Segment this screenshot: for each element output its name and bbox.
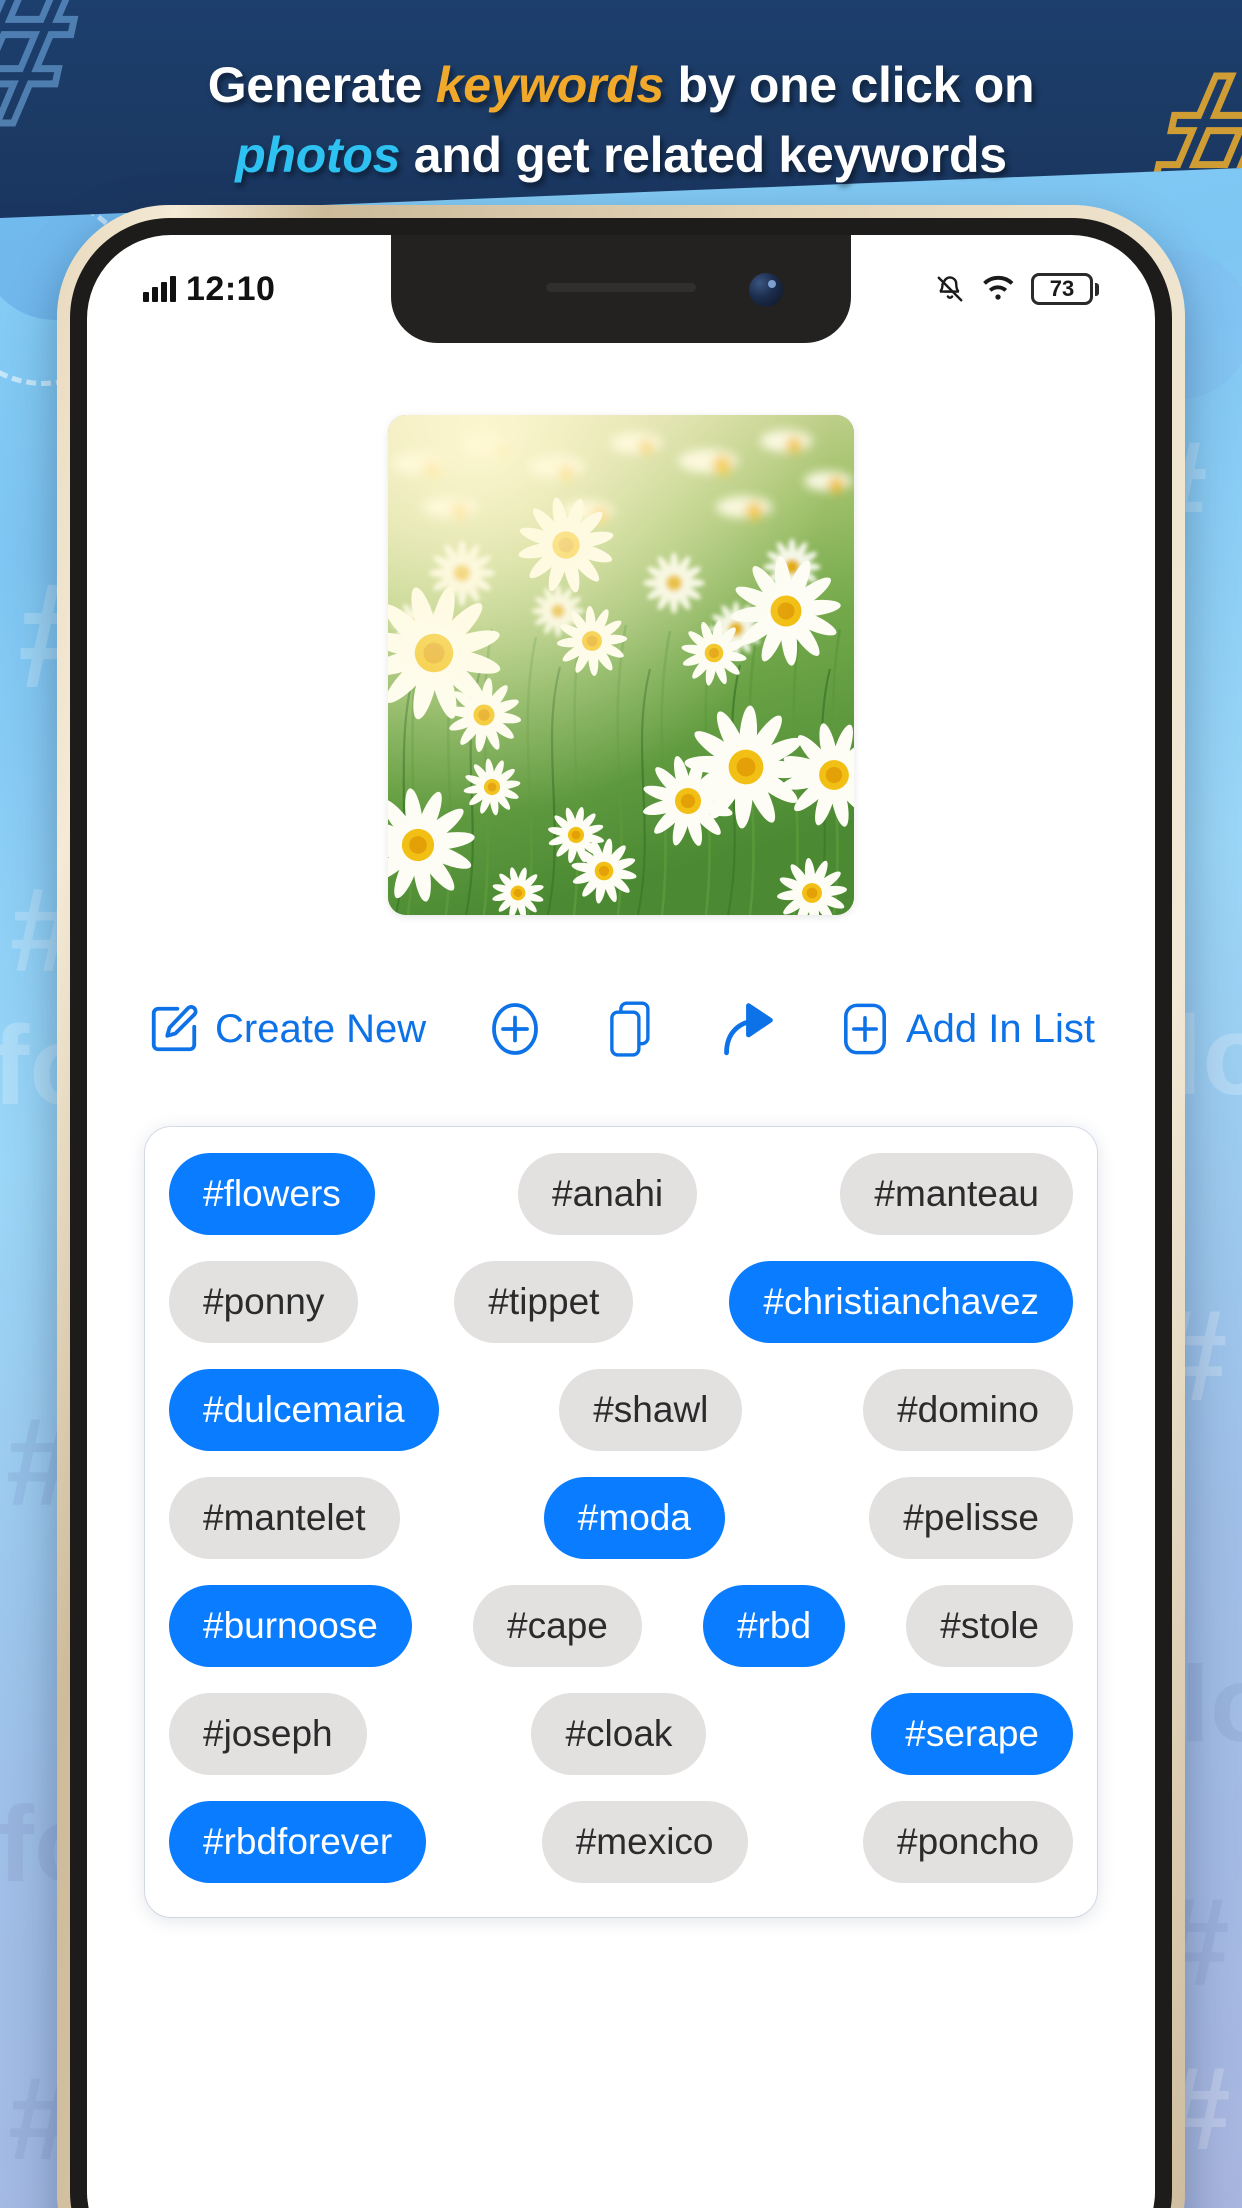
- battery-icon: 73: [1031, 273, 1099, 305]
- keyword-chip[interactable]: #tippet: [454, 1261, 634, 1343]
- keyword-chip[interactable]: #shawl: [559, 1369, 743, 1451]
- keyword-row: #ponny #tippet #christianchavez: [169, 1261, 1073, 1343]
- action-toolbar: Create New Add In List: [87, 991, 1155, 1067]
- promo-headline-line-2: photos and get related keywords: [0, 126, 1242, 184]
- keyword-row: #mantelet #moda #pelisse: [169, 1477, 1073, 1559]
- keyword-row: #burnoose #cape #rbd #stole: [169, 1585, 1073, 1667]
- create-new-button[interactable]: Create New: [147, 1002, 426, 1056]
- status-bar-right: 73: [935, 273, 1099, 305]
- plus-rounded-square-icon: [843, 1003, 886, 1055]
- keyword-chip[interactable]: #serape: [871, 1693, 1073, 1775]
- share-arrow-icon: [724, 1003, 773, 1056]
- photo-section: [87, 343, 1155, 915]
- keyword-chip[interactable]: #burnoose: [169, 1585, 412, 1667]
- daisy-meadow-photo[interactable]: [388, 415, 854, 915]
- add-in-list-button[interactable]: Add In List: [838, 1000, 1095, 1058]
- app-content: Create New Add In List #flowers #anahi #…: [87, 343, 1155, 2208]
- keyword-chip[interactable]: #moda: [543, 1477, 725, 1559]
- keyword-row: #dulcemaria #shawl #domino: [169, 1369, 1073, 1451]
- keyword-row: #rbdforever #mexico #poncho: [169, 1801, 1073, 1883]
- keyword-chip[interactable]: #christianchavez: [729, 1261, 1073, 1343]
- keyword-chip[interactable]: #flowers: [169, 1153, 375, 1235]
- keyword-row: #flowers #anahi #manteau: [169, 1153, 1073, 1235]
- keyword-chip[interactable]: #dulcemaria: [169, 1369, 439, 1451]
- keyword-chip[interactable]: #anahi: [518, 1153, 698, 1235]
- keyword-chip[interactable]: #cape: [473, 1585, 642, 1667]
- keyword-chip[interactable]: #domino: [863, 1369, 1073, 1451]
- status-bar-clock: 12:10: [186, 269, 276, 308]
- keyword-chip[interactable]: #mexico: [541, 1801, 748, 1883]
- keyword-chip[interactable]: #cloak: [531, 1693, 707, 1775]
- create-new-label: Create New: [215, 1006, 427, 1051]
- battery-body: 73: [1031, 273, 1093, 305]
- phone-bezel: 12:10 73 Create New Add In List #flowers…: [70, 218, 1172, 2208]
- keyword-chip[interactable]: #mantelet: [169, 1477, 400, 1559]
- cellular-signal-icon: [143, 276, 176, 302]
- keyword-chip[interactable]: #ponny: [169, 1261, 359, 1343]
- edit-pencil-square-icon: [151, 1005, 198, 1052]
- bell-muted-icon: [937, 276, 963, 302]
- keyword-chip[interactable]: #rbd: [703, 1585, 846, 1667]
- keyword-chip[interactable]: #manteau: [840, 1153, 1073, 1235]
- copy-button[interactable]: [604, 999, 658, 1059]
- keyword-chip[interactable]: #poncho: [863, 1801, 1073, 1883]
- battery-cap: [1095, 282, 1099, 296]
- add-keyword-button[interactable]: [485, 999, 545, 1059]
- keyword-chip[interactable]: #rbdforever: [169, 1801, 427, 1883]
- share-button[interactable]: [717, 1000, 779, 1058]
- copy-icon: [610, 1001, 650, 1057]
- phone-mockup: 12:10 73 Create New Add In List #flowers…: [57, 205, 1185, 2208]
- phone-screen: 12:10 73 Create New Add In List #flowers…: [87, 235, 1155, 2208]
- keyword-chip[interactable]: #stole: [906, 1585, 1073, 1667]
- keyword-row: #joseph #cloak #serape: [169, 1693, 1073, 1775]
- promo-text-photos: photos: [235, 127, 401, 183]
- keyword-chip[interactable]: #pelisse: [869, 1477, 1073, 1559]
- promo-text-keywords: keywords: [435, 57, 665, 113]
- keyword-chip[interactable]: #joseph: [169, 1693, 367, 1775]
- hash-decoration-right: #: [1131, 26, 1242, 219]
- promo-text-generate: Generate: [207, 57, 436, 113]
- promo-text-by-one-click: by one click on: [663, 57, 1035, 113]
- status-bar: 12:10 73: [87, 235, 1155, 343]
- status-bar-left: 12:10: [143, 270, 275, 309]
- promo-text-get-related: and get related keywords: [400, 127, 1007, 183]
- wifi-icon: [983, 275, 1014, 300]
- add-in-list-label: Add In List: [905, 1006, 1095, 1051]
- plus-circle-icon: [492, 1003, 539, 1055]
- photo-artwork: [388, 415, 854, 915]
- battery-level-text: 73: [1049, 276, 1075, 301]
- promo-headline-line-1: Generate keywords by one click on: [0, 56, 1242, 114]
- keywords-card: #flowers #anahi #manteau #ponny #tippet …: [145, 1127, 1097, 1917]
